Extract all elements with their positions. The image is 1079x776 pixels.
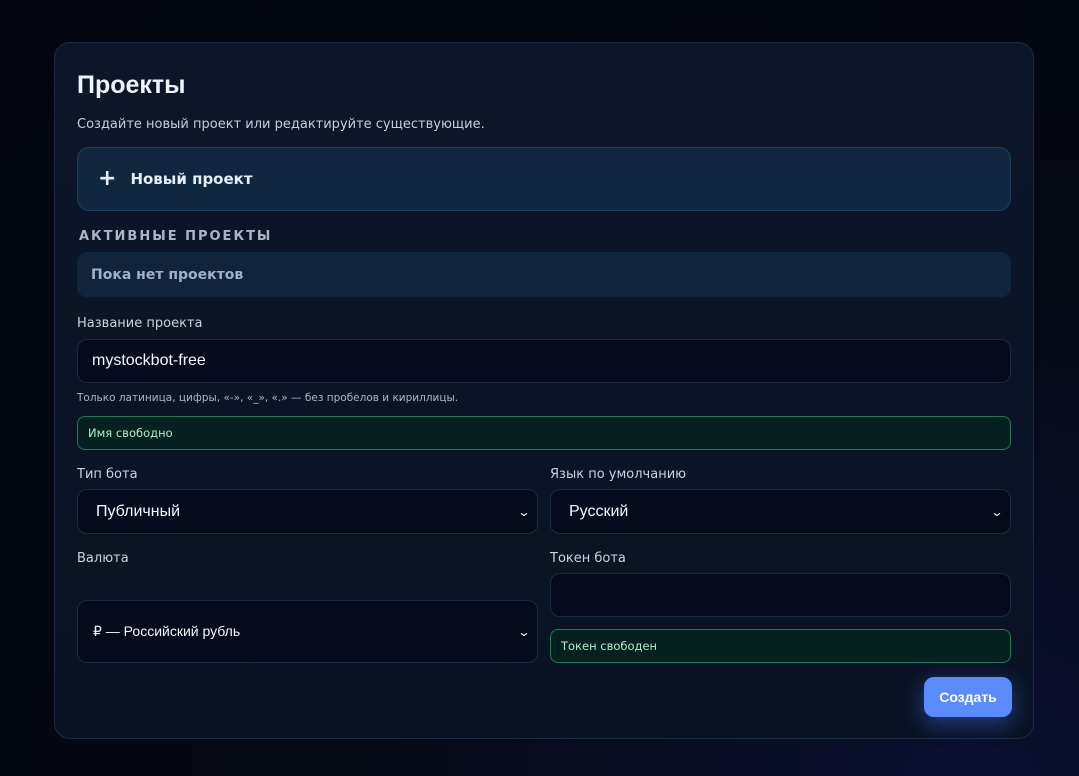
- page-subtitle: Создайте новый проект или редактируйте с…: [77, 117, 485, 132]
- chevron-down-icon: ⌄: [517, 504, 531, 519]
- currency-select[interactable]: ₽ — Российский рубль ⌄: [77, 600, 538, 663]
- new-project-label: Новый проект: [130, 170, 253, 188]
- project-name-label: Название проекта: [77, 316, 203, 331]
- currency-label: Валюта: [77, 551, 129, 566]
- chevron-down-icon: ⌄: [990, 504, 1004, 519]
- new-project-button[interactable]: + Новый проект: [77, 147, 1011, 211]
- create-button[interactable]: Создать: [924, 677, 1012, 717]
- active-projects-heading: АКТИВНЫЕ ПРОЕКТЫ: [79, 229, 273, 244]
- chevron-down-icon: ⌄: [517, 624, 531, 639]
- bot-type-label: Тип бота: [77, 467, 138, 482]
- project-name-status: Имя свободно: [77, 416, 1011, 450]
- project-name-input[interactable]: mystockbot-free: [77, 339, 1011, 383]
- bot-token-label: Токен бота: [550, 551, 626, 566]
- empty-projects-message: Пока нет проектов: [77, 252, 1011, 297]
- language-value: Русский: [569, 502, 629, 520]
- bot-type-select[interactable]: Публичный ⌄: [77, 489, 538, 534]
- page-title: Проекты: [77, 71, 186, 99]
- projects-card: Проекты Создайте новый проект или редакт…: [54, 42, 1034, 739]
- bot-token-input[interactable]: [550, 573, 1011, 617]
- bot-type-value: Публичный: [96, 502, 181, 520]
- plus-icon: +: [98, 166, 117, 191]
- language-label: Язык по умолчанию: [550, 467, 687, 482]
- project-name-hint: Только латиница, цифры, «-», «_», «.» — …: [77, 392, 459, 404]
- language-select[interactable]: Русский ⌄: [550, 489, 1011, 534]
- bot-token-status: Токен свободен: [550, 629, 1011, 663]
- currency-value: ₽ — Российский рубль: [93, 623, 241, 639]
